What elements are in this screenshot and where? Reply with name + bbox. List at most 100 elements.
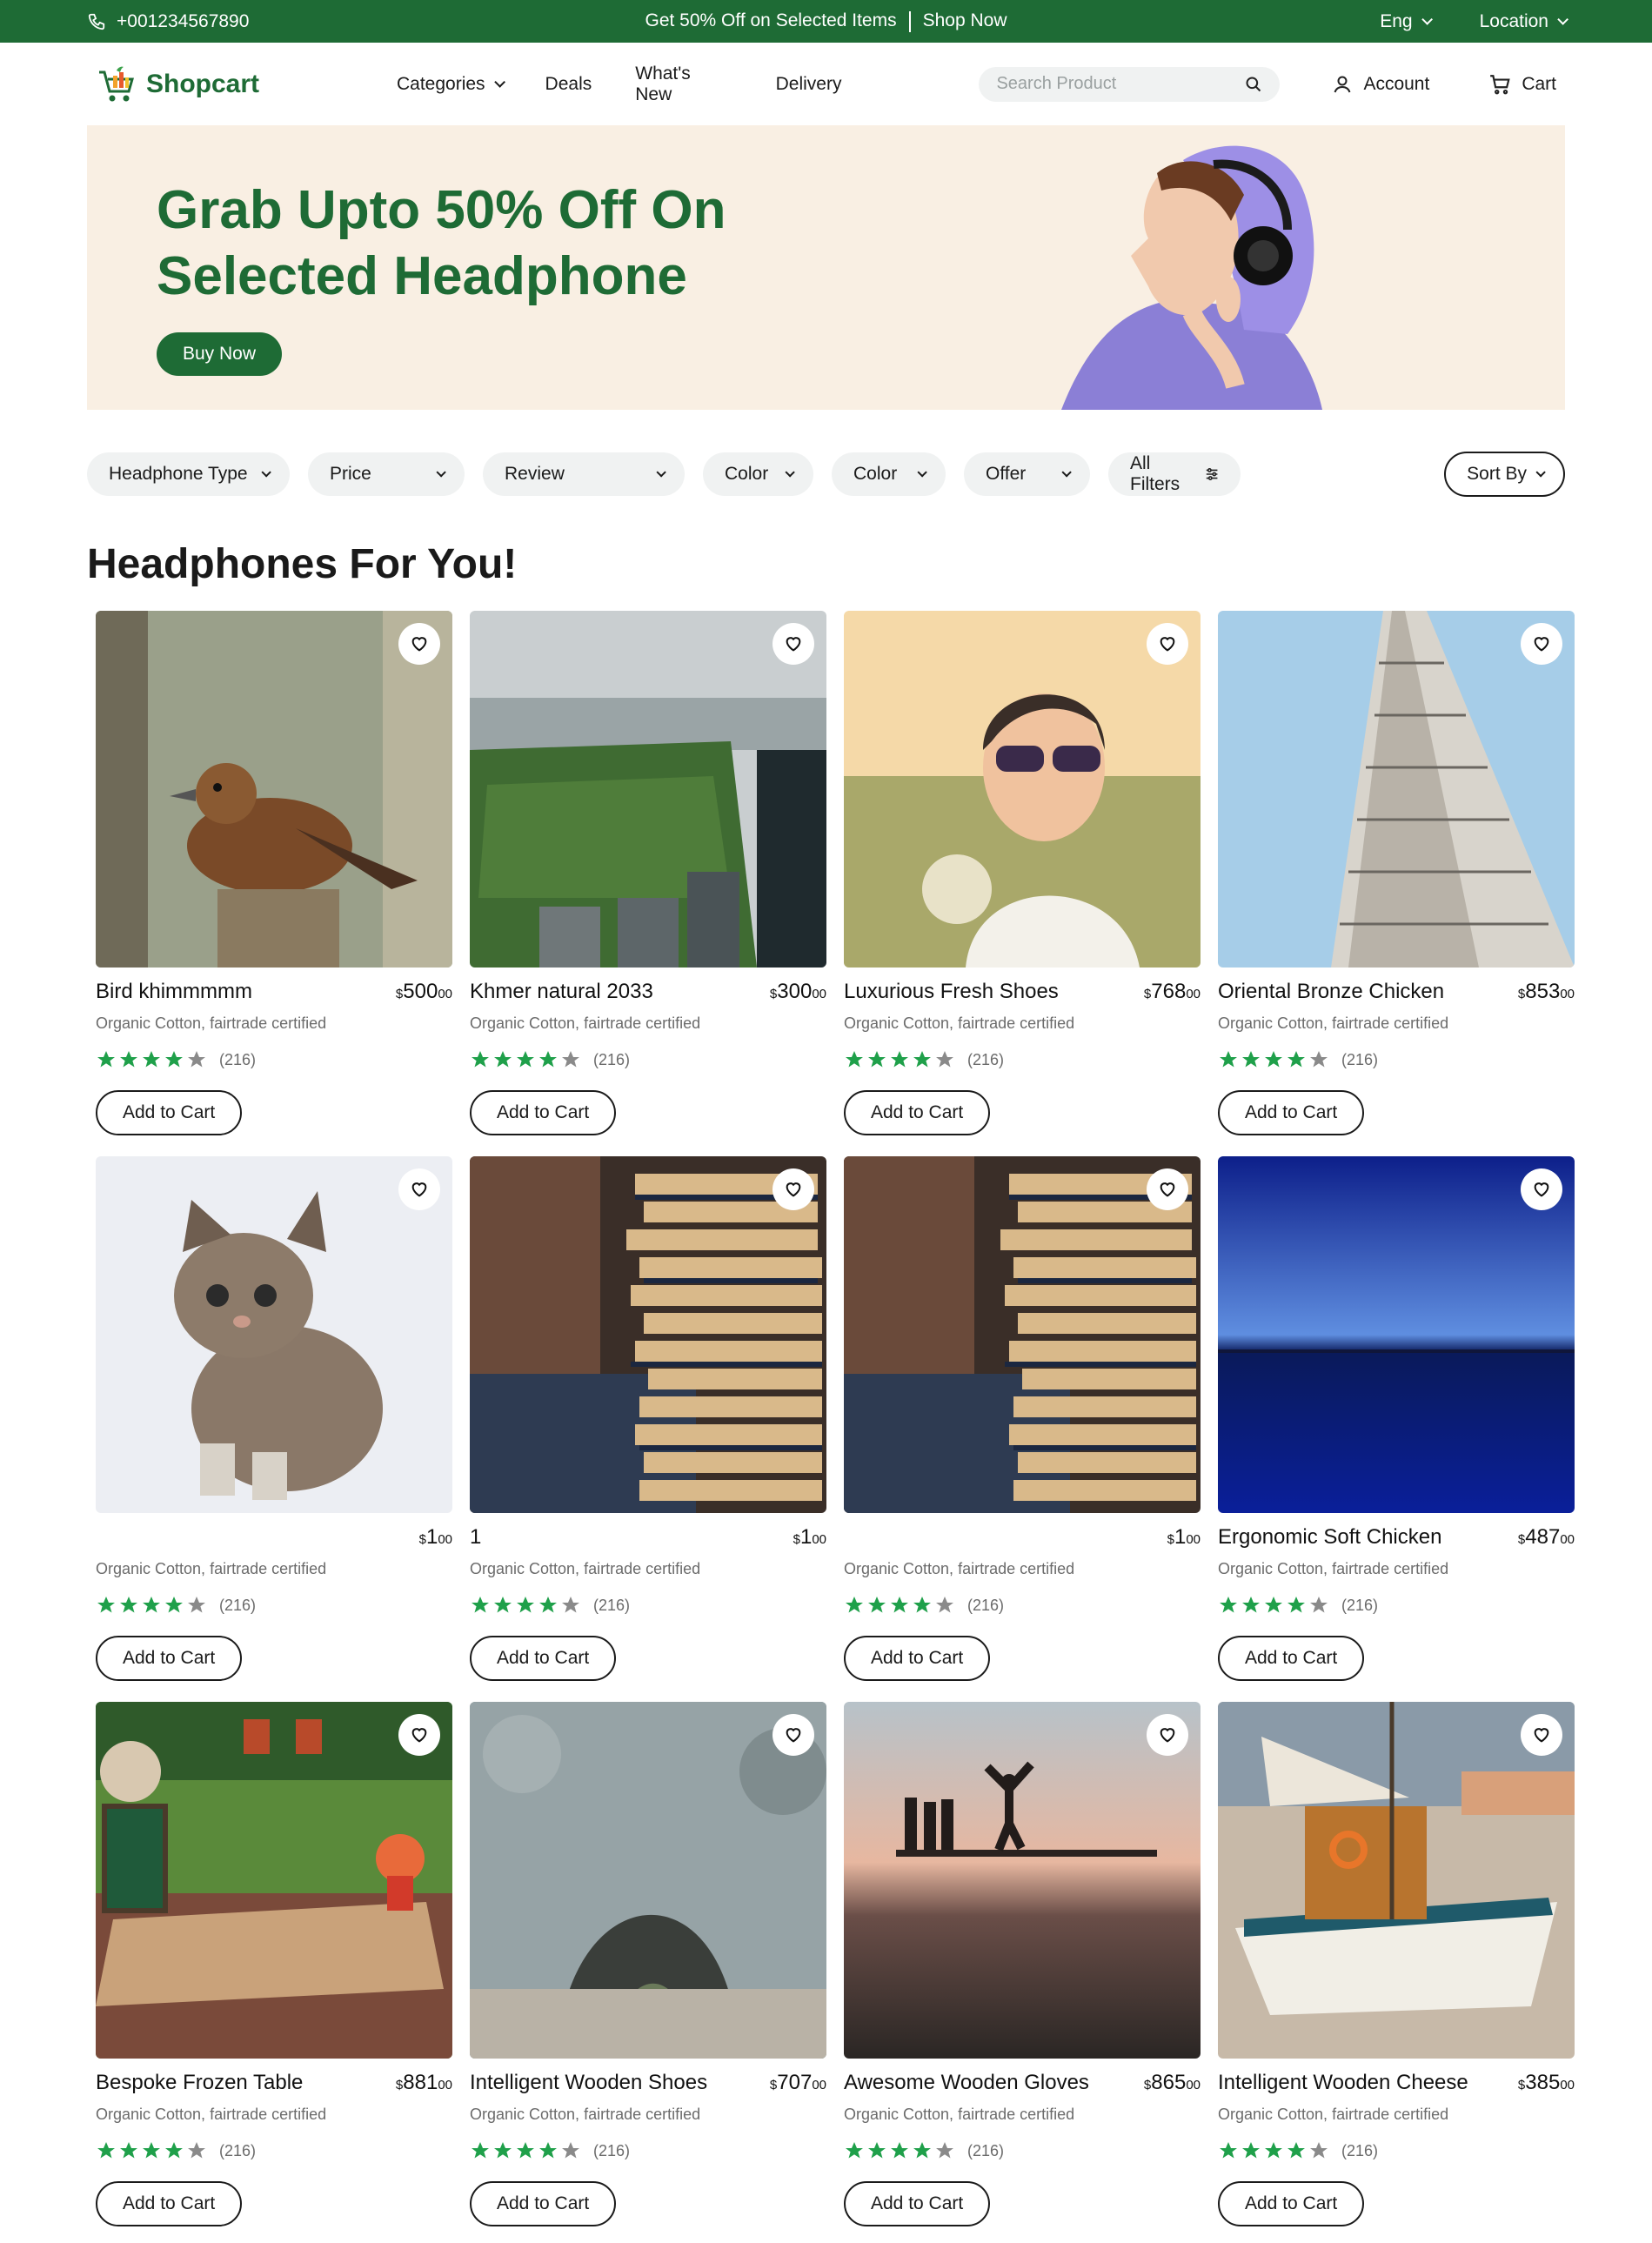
price-amount: 1: [425, 1525, 438, 1549]
add-to-cart-button[interactable]: Add to Cart: [844, 1090, 991, 1135]
star-icon: [1310, 1051, 1328, 1068]
product-photo-books: [470, 1156, 826, 1513]
star-icon: [868, 1597, 886, 1613]
product-image[interactable]: [844, 611, 1201, 968]
product-image[interactable]: [1218, 1702, 1575, 2059]
product-image[interactable]: [470, 1156, 826, 1513]
sort-by-dropdown[interactable]: Sort By: [1444, 452, 1565, 497]
chevron-down-icon: [261, 467, 271, 478]
wishlist-button[interactable]: [1147, 1714, 1188, 1756]
add-to-cart-button[interactable]: Add to Cart: [470, 1636, 617, 1681]
filter-color[interactable]: Color: [703, 452, 813, 496]
product-price: $76800: [1144, 980, 1201, 1004]
nav-delivery[interactable]: Delivery: [776, 64, 842, 105]
product-price: $50000: [396, 980, 452, 1004]
add-to-cart-button[interactable]: Add to Cart: [470, 1090, 617, 1135]
wishlist-button[interactable]: [1147, 1168, 1188, 1210]
product-title-row: Intelligent Wooden Shoes $70700: [470, 2071, 826, 2095]
nav-deals[interactable]: Deals: [545, 64, 592, 105]
star-icon: [1242, 2142, 1260, 2159]
buy-now-button[interactable]: Buy Now: [157, 332, 283, 376]
hero-headline-line2: Selected Headphone: [157, 246, 687, 306]
add-to-cart-button[interactable]: Add to Cart: [96, 1090, 243, 1135]
wishlist-button[interactable]: [772, 1714, 814, 1756]
search-input[interactable]: [996, 74, 1246, 94]
product-title[interactable]: 1: [470, 1525, 481, 1550]
wishlist-button[interactable]: [398, 1714, 440, 1756]
product-price: $100: [1167, 1525, 1201, 1550]
add-to-cart-button[interactable]: Add to Cart: [1218, 1090, 1365, 1135]
wishlist-button[interactable]: [398, 623, 440, 665]
wishlist-button[interactable]: [398, 1168, 440, 1210]
product-title[interactable]: Intelligent Wooden Cheese: [1218, 2071, 1468, 2095]
product-image[interactable]: [844, 1702, 1201, 2059]
star-icon: [472, 2142, 489, 2159]
product-title[interactable]: Awesome Wooden Gloves: [844, 2071, 1089, 2095]
heart-icon: [1160, 1728, 1175, 1743]
product-image[interactable]: [470, 1702, 826, 2059]
search-icon[interactable]: [1245, 76, 1262, 93]
wishlist-button[interactable]: [772, 1168, 814, 1210]
star-icon: [1220, 1597, 1237, 1613]
wishlist-button[interactable]: [1521, 1714, 1562, 1756]
heart-icon: [411, 1728, 427, 1743]
language-dropdown[interactable]: Eng: [1380, 11, 1433, 32]
wishlist-button[interactable]: [1147, 623, 1188, 665]
product-title[interactable]: Bird khimmmmm: [96, 980, 252, 1004]
shop-now-link[interactable]: Shop Now: [923, 10, 1007, 30]
all-filters-button[interactable]: All Filters: [1108, 452, 1241, 496]
product-image[interactable]: [844, 1156, 1201, 1513]
product-subtitle: Organic Cotton, fairtrade certified: [1218, 2106, 1449, 2123]
add-to-cart-button[interactable]: Add to Cart: [96, 1636, 243, 1681]
account-button[interactable]: Account: [1332, 74, 1429, 95]
review-count: (216): [593, 1596, 631, 1614]
product-title[interactable]: Khmer natural 2033: [470, 980, 653, 1004]
logo[interactable]: Shopcart: [96, 64, 397, 105]
filter-offer[interactable]: Offer: [964, 452, 1090, 496]
product-title[interactable]: Luxurious Fresh Shoes: [844, 980, 1059, 1004]
product-image[interactable]: [96, 1702, 452, 2059]
add-to-cart-button[interactable]: Add to Cart: [1218, 1636, 1365, 1681]
star-icon: [1265, 2142, 1282, 2159]
add-to-cart-button[interactable]: Add to Cart: [96, 2181, 243, 2226]
star-icon: [846, 1597, 863, 1613]
star-icon: [517, 2142, 534, 2159]
filter-headphone-type[interactable]: Headphone Type: [87, 452, 290, 496]
product-image[interactable]: [470, 611, 826, 968]
star-icon: [97, 1597, 115, 1613]
product-title[interactable]: Intelligent Wooden Shoes: [470, 2071, 707, 2095]
add-to-cart-button[interactable]: Add to Cart: [844, 2181, 991, 2226]
product-image[interactable]: [96, 611, 452, 968]
add-to-cart-button[interactable]: Add to Cart: [1218, 2181, 1365, 2226]
product-title[interactable]: Ergonomic Soft Chicken: [1218, 1525, 1441, 1550]
wishlist-button[interactable]: [1521, 623, 1562, 665]
product-title-row: $100: [96, 1525, 452, 1550]
star-icon: [1287, 2142, 1305, 2159]
star-icon: [143, 2142, 160, 2159]
location-dropdown[interactable]: Location: [1480, 11, 1568, 32]
add-to-cart-button[interactable]: Add to Cart: [844, 1636, 991, 1681]
product-title[interactable]: Oriental Bronze Chicken: [1218, 980, 1444, 1004]
phone-contact[interactable]: +001234567890: [87, 11, 249, 32]
product-photo-cafe: [96, 1702, 452, 2059]
product-image[interactable]: [1218, 1156, 1575, 1513]
cart-button[interactable]: Cart: [1488, 73, 1556, 96]
user-icon: [1334, 76, 1351, 92]
filter-price[interactable]: Price: [308, 452, 465, 496]
product-title[interactable]: Bespoke Frozen Table: [96, 2071, 303, 2095]
filter-label: All Filters: [1130, 453, 1180, 494]
nav-whats-new[interactable]: What's New: [635, 64, 732, 105]
add-to-cart-button[interactable]: Add to Cart: [470, 2181, 617, 2226]
rating-stars: (216): [470, 1048, 826, 1071]
filter-review[interactable]: Review: [483, 452, 685, 496]
wishlist-button[interactable]: [772, 623, 814, 665]
star-icon: [936, 2142, 953, 2159]
product-image[interactable]: [96, 1156, 452, 1513]
filter-color-2[interactable]: Color: [832, 452, 946, 496]
product-price: $85300: [1518, 980, 1575, 1004]
hero-banner: Grab Upto 50% Off On Selected Headphone …: [87, 125, 1565, 410]
nav-categories[interactable]: Categories: [397, 64, 505, 105]
product-image[interactable]: [1218, 611, 1575, 968]
star-icon: [1242, 1597, 1260, 1613]
wishlist-button[interactable]: [1521, 1168, 1562, 1210]
